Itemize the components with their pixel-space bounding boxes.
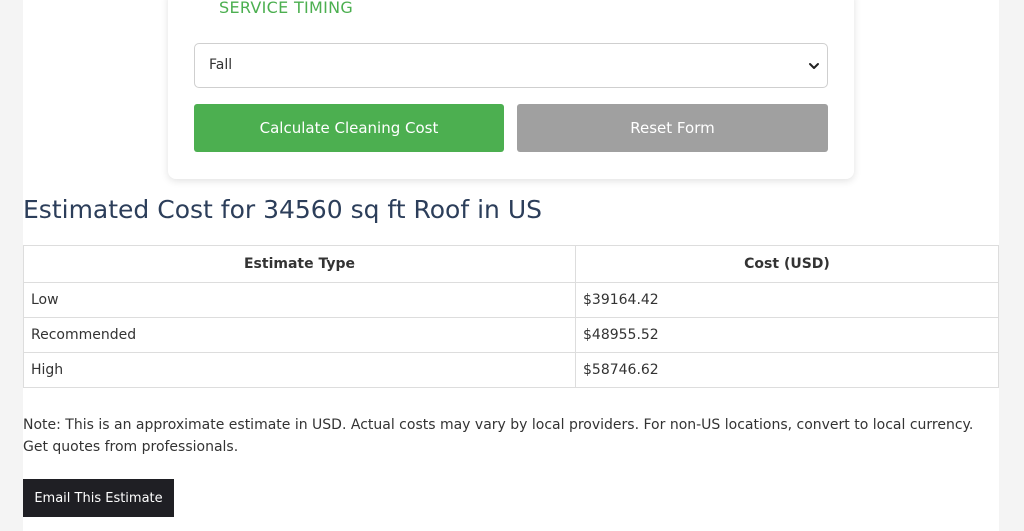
page: SERVICE TIMING Fall Calculate Cleaning C…	[0, 0, 1024, 531]
calculate-cleaning-cost-button[interactable]: Calculate Cleaning Cost	[194, 104, 504, 152]
table-row: High $58746.62	[23, 352, 999, 388]
email-estimate-button[interactable]: Email This Estimate	[23, 479, 174, 517]
service-timing-selected-value: Fall	[209, 57, 233, 73]
table-row: Low $39164.42	[23, 282, 999, 318]
table-header-row: Estimate Type Cost (USD)	[23, 245, 999, 283]
estimate-type-cell: Recommended	[23, 317, 576, 353]
header-estimate-type: Estimate Type	[23, 245, 576, 283]
chevron-down-icon	[809, 63, 819, 69]
result-title: Estimated Cost for 34560 sq ft Roof in U…	[23, 195, 543, 224]
service-timing-select[interactable]: Fall	[194, 43, 828, 88]
estimate-table: Estimate Type Cost (USD) Low $39164.42 R…	[23, 245, 999, 388]
cost-cell: $58746.62	[575, 352, 999, 388]
cost-cell: $39164.42	[575, 282, 999, 318]
form-card	[168, 0, 854, 179]
estimate-type-cell: High	[23, 352, 576, 388]
estimate-type-cell: Low	[23, 282, 576, 318]
reset-form-button[interactable]: Reset Form	[517, 104, 828, 152]
header-cost: Cost (USD)	[575, 245, 999, 283]
estimate-note: Note: This is an approximate estimate in…	[23, 417, 974, 455]
section-title-service-timing: SERVICE TIMING	[219, 0, 354, 17]
cost-cell: $48955.52	[575, 317, 999, 353]
table-row: Recommended $48955.52	[23, 317, 999, 353]
